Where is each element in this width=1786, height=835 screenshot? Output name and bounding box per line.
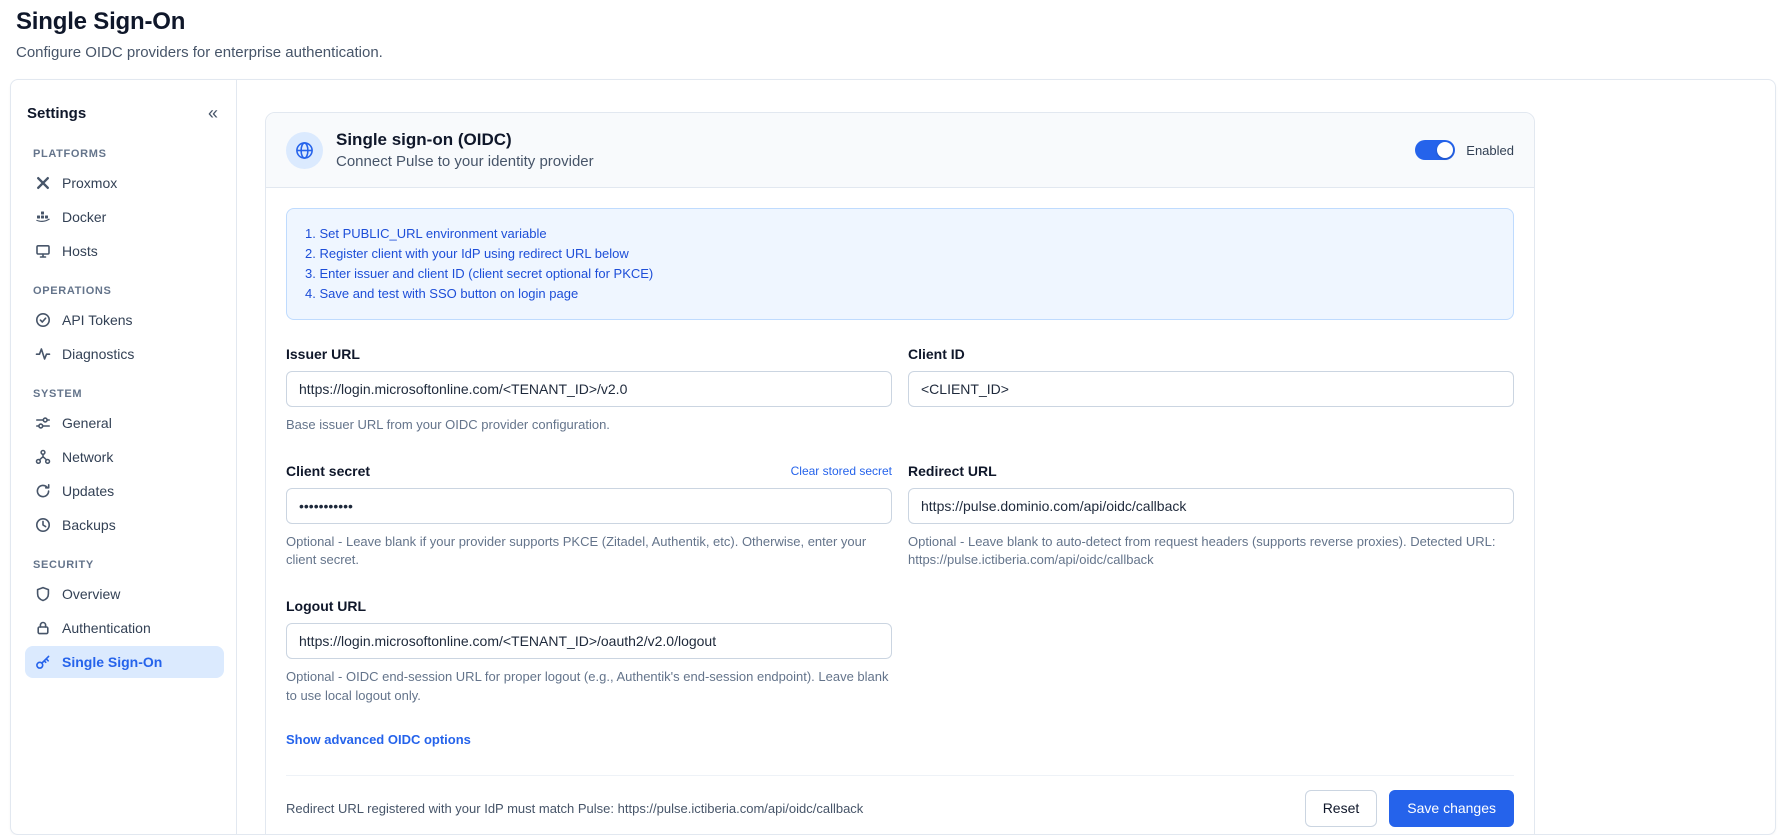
sso-card-header: Single sign-on (OIDC) Connect Pulse to y…	[266, 113, 1534, 188]
clear-stored-secret-link[interactable]: Clear stored secret	[791, 464, 892, 478]
docker-icon	[35, 209, 51, 225]
sidebar-title: Settings	[27, 105, 86, 122]
toggle-label: Enabled	[1466, 143, 1514, 158]
sidebar-item-authentication[interactable]: Authentication	[25, 612, 224, 644]
client-id-field-group: Client ID	[908, 346, 1514, 435]
page-header: Single Sign-On Configure OIDC providers …	[0, 0, 1786, 61]
client-secret-help: Optional - Leave blank if your provider …	[286, 533, 892, 571]
client-secret-input[interactable]	[286, 488, 892, 524]
sidebar-item-label: Hosts	[62, 243, 98, 259]
section-label-system: SYSTEM	[33, 388, 216, 400]
footer-buttons: Reset Save changes	[1305, 790, 1514, 827]
logout-url-field-group: Logout URL Optional - OIDC end-session U…	[286, 598, 892, 706]
logout-url-input[interactable]	[286, 623, 892, 659]
proxmox-icon	[35, 175, 51, 191]
reset-button[interactable]: Reset	[1305, 790, 1378, 827]
sso-form: Issuer URL Base issuer URL from your OID…	[286, 346, 1514, 706]
sidebar-item-single-sign-on[interactable]: Single Sign-On	[25, 646, 224, 678]
section-label-operations: OPERATIONS	[33, 285, 216, 297]
sidebar-item-label: Docker	[62, 209, 106, 225]
sidebar-item-general[interactable]: General	[25, 407, 224, 439]
sso-settings-card: Single sign-on (OIDC) Connect Pulse to y…	[265, 112, 1535, 834]
badge-check-icon	[35, 312, 51, 328]
issuer-url-field-group: Issuer URL Base issuer URL from your OID…	[286, 346, 892, 435]
logout-url-label: Logout URL	[286, 598, 366, 614]
sidebar-item-label: Backups	[62, 517, 116, 533]
page-subtitle: Configure OIDC providers for enterprise …	[16, 44, 1770, 61]
settings-sidebar: Settings « PLATFORMS Proxmox Docker Host…	[11, 80, 237, 834]
redirect-url-field-group: Redirect URL Optional - Leave blank to a…	[908, 463, 1514, 571]
main-content: Single sign-on (OIDC) Connect Pulse to y…	[237, 80, 1775, 834]
sidebar-item-label: General	[62, 415, 112, 431]
redirect-url-help: Optional - Leave blank to auto-detect fr…	[908, 533, 1514, 571]
globe-icon	[286, 132, 323, 169]
save-changes-button[interactable]: Save changes	[1389, 790, 1514, 827]
client-secret-label: Client secret	[286, 463, 370, 479]
redirect-match-note: Redirect URL registered with your IdP mu…	[286, 801, 863, 816]
setup-step: 1. Set PUBLIC_URL environment variable	[305, 225, 1495, 243]
shield-icon	[35, 586, 51, 602]
sidebar-item-label: Network	[62, 449, 113, 465]
page-title: Single Sign-On	[16, 8, 1770, 36]
sidebar-item-backups[interactable]: Backups	[25, 509, 224, 541]
client-id-label: Client ID	[908, 346, 965, 362]
sidebar-item-network[interactable]: Network	[25, 441, 224, 473]
section-label-platforms: PLATFORMS	[33, 148, 216, 160]
issuer-url-help: Base issuer URL from your OIDC provider …	[286, 416, 892, 435]
setup-steps-box: 1. Set PUBLIC_URL environment variable 2…	[286, 208, 1514, 320]
activity-icon	[35, 346, 51, 362]
sidebar-item-label: Single Sign-On	[62, 654, 162, 670]
empty-grid-cell	[908, 598, 1514, 706]
sidebar-item-label: Updates	[62, 483, 114, 499]
issuer-url-label: Issuer URL	[286, 346, 360, 362]
sso-card-footer: Redirect URL registered with your IdP mu…	[286, 775, 1514, 827]
sso-card-body: 1. Set PUBLIC_URL environment variable 2…	[266, 188, 1534, 834]
refresh-icon	[35, 483, 51, 499]
client-secret-field-group: Client secret Clear stored secret Option…	[286, 463, 892, 571]
sso-enabled-toggle[interactable]	[1415, 140, 1455, 160]
network-icon	[35, 449, 51, 465]
setup-step: 2. Register client with your IdP using r…	[305, 245, 1495, 263]
sidebar-item-label: Diagnostics	[62, 346, 134, 362]
sidebar-header: Settings «	[25, 102, 224, 130]
sidebar-item-docker[interactable]: Docker	[25, 201, 224, 233]
sso-subtitle: Connect Pulse to your identity provider	[336, 153, 594, 170]
clock-icon	[35, 517, 51, 533]
sidebar-item-label: API Tokens	[62, 312, 133, 328]
show-advanced-options-link[interactable]: Show advanced OIDC options	[286, 732, 471, 747]
key-icon	[35, 654, 51, 670]
setup-step: 4. Save and test with SSO button on logi…	[305, 285, 1495, 303]
redirect-url-input[interactable]	[908, 488, 1514, 524]
sidebar-item-diagnostics[interactable]: Diagnostics	[25, 338, 224, 370]
sidebar-item-updates[interactable]: Updates	[25, 475, 224, 507]
lock-icon	[35, 620, 51, 636]
monitor-icon	[35, 243, 51, 259]
sliders-icon	[35, 415, 51, 431]
sidebar-item-label: Authentication	[62, 620, 151, 636]
setup-step: 3. Enter issuer and client ID (client se…	[305, 265, 1495, 283]
sidebar-item-proxmox[interactable]: Proxmox	[25, 167, 224, 199]
sidebar-item-overview[interactable]: Overview	[25, 578, 224, 610]
settings-card: Settings « PLATFORMS Proxmox Docker Host…	[10, 79, 1776, 835]
sidebar-item-api-tokens[interactable]: API Tokens	[25, 304, 224, 336]
issuer-url-input[interactable]	[286, 371, 892, 407]
sso-title: Single sign-on (OIDC)	[336, 130, 594, 150]
sso-toggle-group: Enabled	[1415, 140, 1514, 160]
section-label-security: SECURITY	[33, 559, 216, 571]
logout-url-help: Optional - OIDC end-session URL for prop…	[286, 668, 892, 706]
sidebar-item-hosts[interactable]: Hosts	[25, 235, 224, 267]
client-id-input[interactable]	[908, 371, 1514, 407]
sso-header-text: Single sign-on (OIDC) Connect Pulse to y…	[336, 130, 594, 170]
collapse-sidebar-icon[interactable]: «	[204, 102, 222, 124]
sidebar-item-label: Proxmox	[62, 175, 117, 191]
sidebar-item-label: Overview	[62, 586, 120, 602]
toggle-knob	[1437, 142, 1453, 158]
redirect-url-label: Redirect URL	[908, 463, 997, 479]
